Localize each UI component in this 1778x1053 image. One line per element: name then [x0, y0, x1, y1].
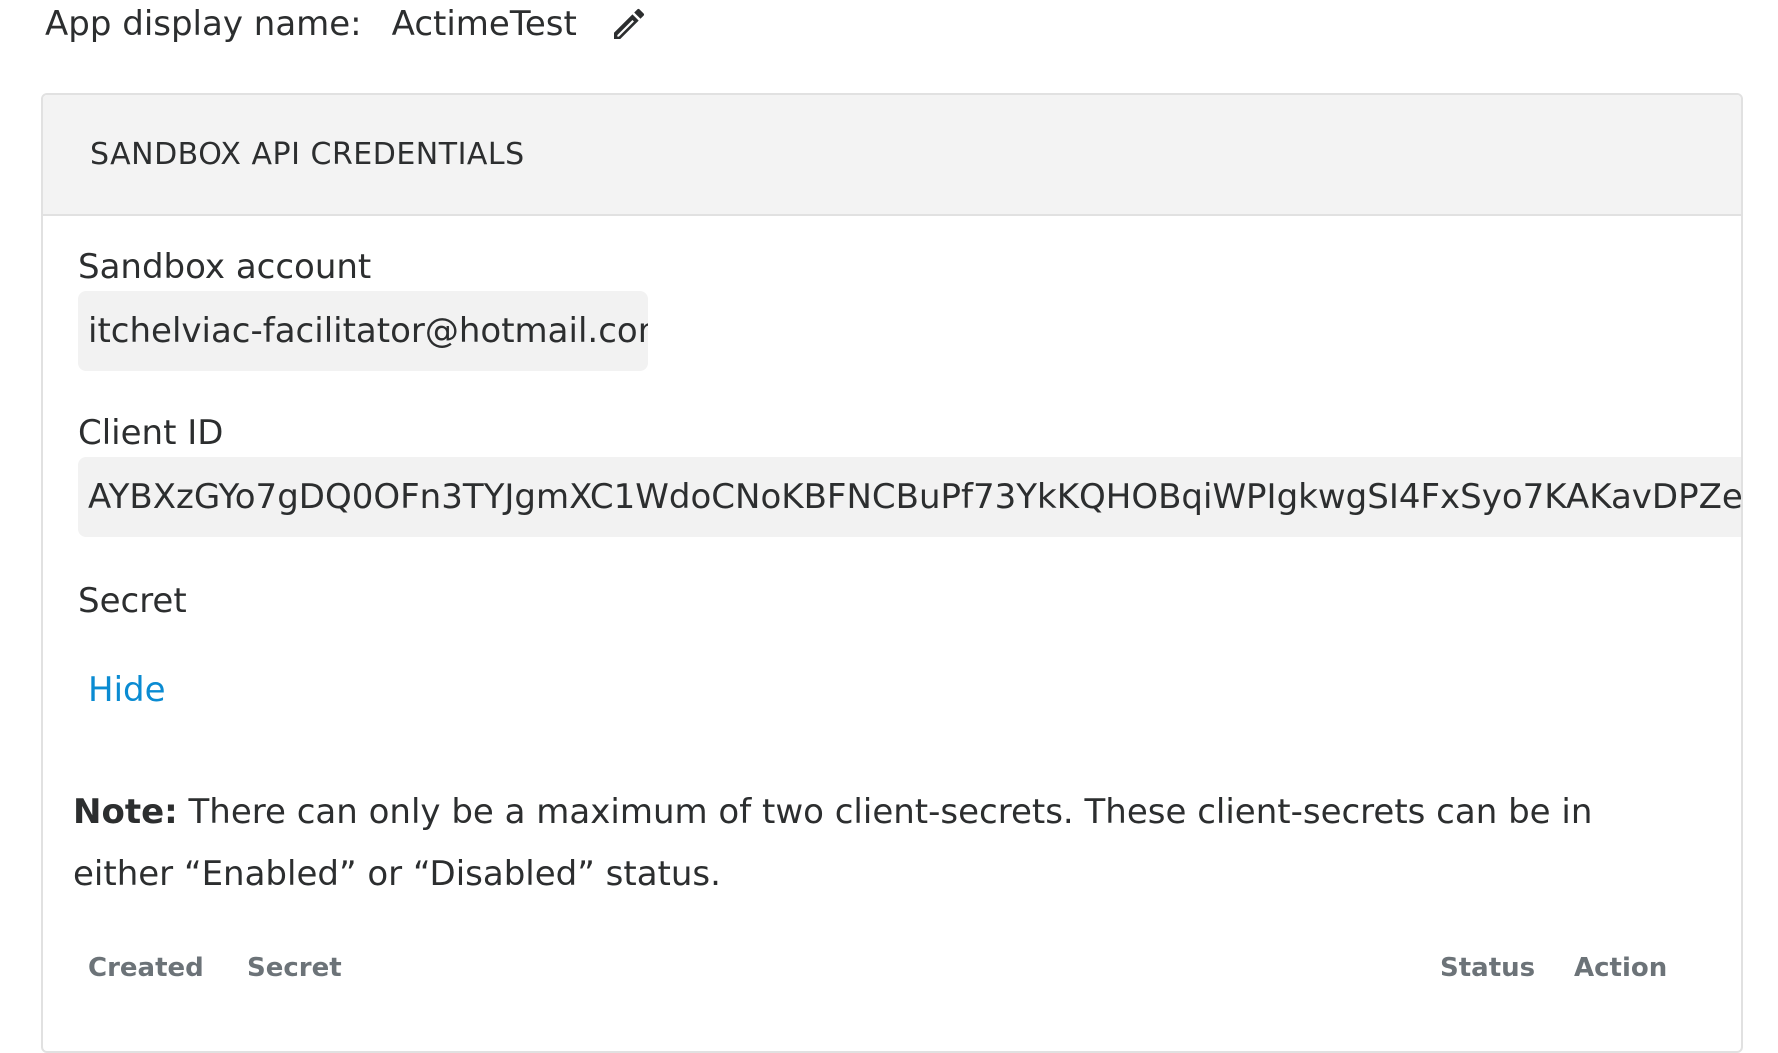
sandbox-credentials-panel: SANDBOX API CREDENTIALS Sandbox account … — [41, 93, 1743, 1053]
secrets-note: Note: There can only be a maximum of two… — [73, 781, 1613, 905]
secrets-table-header: Created Secret Status Action — [43, 953, 1741, 993]
app-display-name-label: App display name: — [45, 4, 362, 44]
column-status[interactable]: Status — [1440, 953, 1535, 983]
sandbox-account-value[interactable]: itchelviac-facilitator@hotmail.com — [78, 291, 648, 371]
column-secret[interactable]: Secret — [247, 953, 342, 983]
note-label: Note: — [73, 792, 178, 832]
client-id-label: Client ID — [78, 413, 224, 453]
secret-label: Secret — [78, 581, 187, 621]
note-text: There can only be a maximum of two clien… — [73, 792, 1593, 894]
panel-header: SANDBOX API CREDENTIALS — [43, 95, 1741, 216]
client-id-value[interactable]: AYBXzGYo7gDQ0OFn3TYJgmXC1WdoCNoKBFNCBuPf… — [78, 457, 1741, 537]
app-display-name-row: App display name: ActimeTest — [45, 0, 649, 48]
column-created[interactable]: Created — [88, 953, 204, 983]
sandbox-account-label: Sandbox account — [78, 247, 372, 287]
pencil-icon[interactable] — [609, 4, 649, 44]
column-action[interactable]: Action — [1574, 953, 1667, 983]
panel-title: SANDBOX API CREDENTIALS — [90, 137, 525, 172]
hide-secret-link[interactable]: Hide — [88, 670, 166, 710]
app-display-name-value: ActimeTest — [391, 4, 577, 44]
